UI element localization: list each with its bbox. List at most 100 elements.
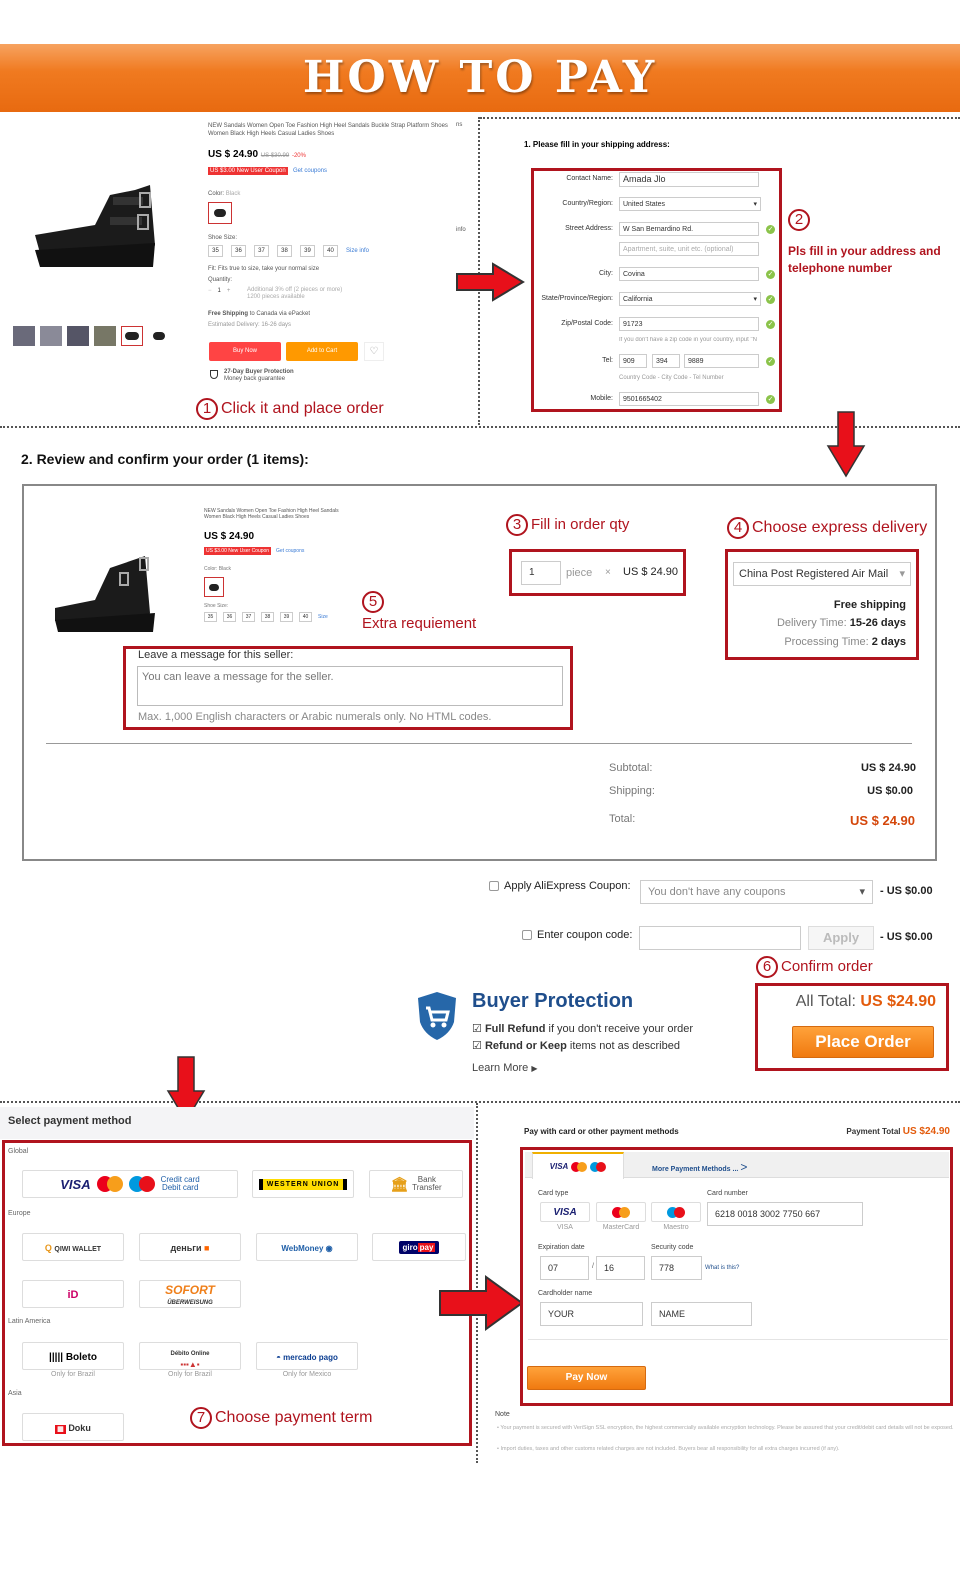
price-prefix: US $: [208, 149, 231, 160]
delivery-method-select[interactable]: China Post Registered Air Mail ▾: [733, 562, 911, 586]
payment-option-mercado-pago[interactable]: ◓ mercado pago: [256, 1342, 358, 1370]
learn-more-link[interactable]: Learn More ▶: [472, 1062, 537, 1074]
card-type-maestro[interactable]: [651, 1202, 701, 1222]
size-option[interactable]: 38: [277, 245, 292, 257]
size-label: Shoe Size:: [208, 235, 238, 241]
step-number-badge: 3: [506, 514, 528, 536]
payment-option-western-union[interactable]: WESTERN UNION: [252, 1170, 354, 1198]
review-coupon-badge[interactable]: US $3.00 New User Coupon: [204, 547, 272, 555]
side-label: ns: [456, 122, 463, 128]
quantity-value[interactable]: 1: [218, 288, 221, 294]
coupon-badge[interactable]: US $3.00 New User Coupon: [208, 167, 288, 175]
cardholder-last-name-input[interactable]: NAME: [651, 1302, 752, 1326]
step-7-annotation: 7 Choose payment term: [190, 1407, 372, 1429]
security-code-input[interactable]: 778: [651, 1256, 702, 1280]
size-option[interactable]: 35: [208, 245, 223, 257]
coupon-checkbox[interactable]: [489, 881, 499, 891]
tel-label: Tel:: [602, 357, 613, 364]
size-option[interactable]: 40: [323, 245, 338, 257]
thumbnail[interactable]: [40, 326, 62, 346]
thumbnail-selected[interactable]: [121, 326, 143, 346]
color-swatch[interactable]: [208, 202, 232, 224]
mobile-input[interactable]: 9501665402: [619, 392, 759, 406]
card-number-input[interactable]: 6218 0018 3002 7750 667: [707, 1202, 863, 1226]
state-label: State/Province/Region:: [541, 295, 613, 302]
seller-message-textarea[interactable]: You can leave a message for the seller.: [137, 666, 563, 706]
contact-name-input[interactable]: Amada Jlo: [619, 172, 759, 187]
coupon-code-label: Enter coupon code:: [537, 929, 633, 941]
cardholder-first-name-input[interactable]: YOUR: [540, 1302, 643, 1326]
step-3-annotation: 3 Fill in order qty: [506, 514, 629, 536]
zip-input[interactable]: 91723: [619, 317, 759, 331]
tab-card-logos[interactable]: VISA: [532, 1152, 624, 1179]
payment-option-yandex[interactable]: деньги ■: [139, 1233, 241, 1261]
payment-option-card[interactable]: VISA Credit card Debit card: [22, 1170, 238, 1198]
payment-option-ideal[interactable]: iD: [22, 1280, 124, 1308]
ideal-logo-icon: iD: [67, 1289, 79, 1301]
size-option[interactable]: 36: [231, 245, 246, 257]
valid-check-icon: ✓: [766, 270, 775, 279]
coupon-code-input[interactable]: [639, 926, 801, 950]
thumbnail[interactable]: [148, 326, 170, 346]
payment-option-qiwi[interactable]: Q QIWI WALLET: [22, 1233, 124, 1261]
coupon-select[interactable]: You don't have any coupons ▾: [640, 880, 873, 904]
buy-now-button[interactable]: Buy Now: [209, 342, 281, 361]
country-select[interactable]: United States ▾: [619, 197, 761, 211]
card-number-label: Card number: [707, 1190, 748, 1197]
review-get-coupons-link[interactable]: Get coupons: [276, 548, 304, 554]
payment-option-sofort[interactable]: SOFORT ÜBERWEISUNG: [139, 1280, 241, 1308]
payment-option-doku[interactable]: ▦ Doku: [22, 1413, 124, 1441]
seller-message-label: Leave a message for this seller:: [138, 649, 294, 661]
card-type-visa[interactable]: VISA: [540, 1202, 590, 1222]
payment-option-debito-online[interactable]: Débito Online ▪▪▪▲▪: [139, 1342, 241, 1370]
thumbnail[interactable]: [13, 326, 35, 346]
coupon-code-checkbox[interactable]: [522, 930, 532, 940]
exp-year-input[interactable]: 16: [596, 1256, 645, 1280]
divider-horizontal: [480, 117, 960, 119]
size-info-link[interactable]: Size info: [346, 245, 369, 257]
add-to-cart-button[interactable]: Add to Cart: [286, 342, 358, 361]
street-input[interactable]: W San Bernardino Rd.: [619, 222, 759, 236]
exp-month-input[interactable]: 07: [540, 1256, 589, 1280]
pay-now-button[interactable]: Pay Now: [527, 1366, 646, 1390]
tab-more-payment-methods[interactable]: More Payment Methods ... >: [652, 1160, 747, 1174]
old-price: US $30.99: [260, 153, 290, 159]
city-input[interactable]: Covina: [619, 267, 759, 281]
card-type-visa-label: VISA: [557, 1224, 573, 1231]
tel-number-input[interactable]: 9889: [684, 354, 759, 368]
mercado-note: Only for Mexico: [282, 1371, 332, 1378]
size-option[interactable]: 39: [300, 245, 315, 257]
plus-icon[interactable]: +: [227, 288, 231, 294]
mastercard-logo-icon: [612, 1206, 630, 1218]
coupon-code-discount: - US $0.00: [880, 931, 933, 943]
payment-option-boleto[interactable]: ||||| Boleto: [22, 1342, 124, 1370]
maestro-logo-icon: [590, 1161, 607, 1172]
expiration-label: Expiration date: [538, 1244, 585, 1251]
checkbox-icon: ☑: [472, 1040, 482, 1052]
state-select[interactable]: California ▾: [619, 292, 761, 306]
giropay-logo-icon: giro pay: [398, 1240, 440, 1254]
apartment-input[interactable]: Apartment, suite, unit etc. (optional): [619, 242, 759, 256]
minus-icon[interactable]: −: [208, 288, 212, 294]
buyer-protection-note: 27-Day Buyer Protection Money back guaran…: [224, 369, 294, 382]
product-price: US $ 24.90 US $30.99 -20%: [208, 149, 306, 160]
payment-option-webmoney[interactable]: WebMoney ◉: [256, 1233, 358, 1261]
seller-message-note: Max. 1,000 English characters or Arabic …: [138, 711, 492, 723]
wishlist-heart-icon[interactable]: ♡: [364, 342, 384, 361]
place-order-button[interactable]: Place Order: [792, 1026, 934, 1058]
quantity-stepper[interactable]: − 1 +: [208, 288, 230, 294]
thumbnail[interactable]: [94, 326, 116, 346]
apply-coupon-button[interactable]: Apply: [808, 926, 874, 950]
get-coupons-link[interactable]: Get coupons: [293, 168, 327, 174]
aliexpress-coupon-row: Apply AliExpress Coupon:: [489, 880, 631, 892]
quantity-input[interactable]: 1: [521, 561, 561, 585]
total-value: US $ 24.90: [849, 813, 915, 828]
tel-city-code-input[interactable]: 394: [652, 354, 680, 368]
what-is-this-link[interactable]: What is this?: [705, 1265, 739, 1271]
size-option[interactable]: 37: [254, 245, 269, 257]
thumbnail[interactable]: [67, 326, 89, 346]
tel-country-code-input[interactable]: 909: [619, 354, 647, 368]
payment-option-bank-transfer[interactable]: 🏛 Bank Transfer: [369, 1170, 463, 1198]
card-type-mastercard[interactable]: [596, 1202, 646, 1222]
payment-option-giropay[interactable]: giro pay: [372, 1233, 466, 1261]
